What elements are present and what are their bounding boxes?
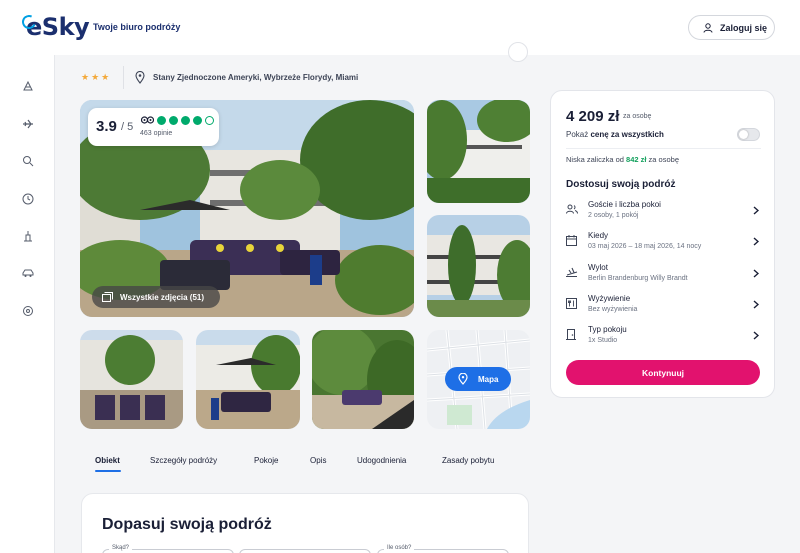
- show-total-toggle[interactable]: [737, 128, 760, 141]
- option-board[interactable]: Wyżywienie Bez wyżywienia: [566, 294, 761, 320]
- price: 4 209 zł: [566, 108, 620, 125]
- login-label: Zaloguj się: [720, 22, 768, 33]
- option-title: Wyżywienie: [588, 294, 631, 303]
- tab-obiekt[interactable]: Obiekt: [95, 456, 120, 465]
- rating-score: 3.9: [96, 118, 117, 135]
- photo-thumb-2[interactable]: [427, 215, 530, 317]
- door-icon: [566, 329, 576, 340]
- deposit-info: Niska zaliczka od 842 zł za osobę: [566, 155, 679, 164]
- option-room-type[interactable]: Typ pokoju 1x Studio: [566, 325, 761, 351]
- rating-bubble: [205, 116, 214, 125]
- esky-logo[interactable]: eSky: [20, 13, 90, 41]
- option-value: 03 maj 2026 – 18 maj 2026, 14 nocy: [588, 243, 702, 250]
- settings-icon[interactable]: [21, 304, 35, 318]
- tab-pokoje[interactable]: Pokoje: [254, 456, 278, 465]
- hotel-stars: ★★★: [81, 72, 112, 82]
- location-pin-icon: [135, 71, 145, 84]
- calendar-icon: [566, 235, 577, 246]
- beach-icon[interactable]: [21, 79, 35, 93]
- divider: [123, 66, 124, 89]
- rating-bubbles: [157, 116, 214, 125]
- continue-button[interactable]: Kontynuuj: [566, 360, 760, 385]
- show-total-prefix: Pokaż: [566, 130, 591, 139]
- chevron-right-icon: [753, 331, 759, 340]
- map-button[interactable]: Mapa: [445, 367, 511, 391]
- customize-title: Dostosuj swoją podróż: [566, 179, 676, 190]
- deposit-prefix: Niska zaliczka od: [566, 155, 627, 164]
- tagline: Twoje biuro podróży: [93, 22, 181, 32]
- guests-icon: [566, 204, 578, 214]
- option-title: Typ pokoju: [588, 325, 627, 334]
- option-value: Bez wyżywienia: [588, 306, 638, 313]
- map-pin-icon: [458, 373, 468, 385]
- user-icon: [703, 22, 713, 33]
- photo-thumb-4[interactable]: [196, 330, 300, 429]
- map-label: Mapa: [478, 374, 499, 384]
- price-per-person: za osobę: [623, 113, 652, 120]
- hotel-search-icon[interactable]: [21, 154, 35, 168]
- date-field[interactable]: [239, 549, 371, 553]
- chevron-right-icon: [753, 237, 759, 246]
- active-tab-indicator: [95, 470, 121, 472]
- show-total-label: Pokaż cenę za wszystkich: [566, 130, 664, 139]
- rating-bubble: [169, 116, 178, 125]
- option-value: 1x Studio: [588, 337, 618, 344]
- option-departure[interactable]: Wylot Berlin Brandenburg Willy Brandt: [566, 263, 761, 289]
- option-guests[interactable]: Goście i liczba pokoi 2 osoby, 1 pokój: [566, 200, 761, 226]
- from-field-label: Skąd?: [109, 545, 133, 551]
- rating-bubble: [157, 116, 166, 125]
- tab-zasady-pobytu[interactable]: Zasady pobytu: [442, 456, 494, 465]
- tripadvisor-icon: [141, 116, 154, 124]
- option-when[interactable]: Kiedy 03 maj 2026 – 18 maj 2026, 14 nocy: [566, 231, 761, 257]
- photo-thumb-1[interactable]: [427, 100, 530, 203]
- tab-szczegoly-podrozy[interactable]: Szczegóły podróży: [150, 456, 217, 465]
- adjust-trip-card: Dopasuj swoją podróż Skąd? Ile osób?: [81, 493, 529, 553]
- rating-bubble: [193, 116, 202, 125]
- option-title: Goście i liczba pokoi: [588, 200, 661, 209]
- top-header: eSky Twoje biuro podróży Zaloguj się: [0, 0, 800, 55]
- deposit-suffix: za osobę: [646, 155, 679, 164]
- option-title: Wylot: [588, 263, 608, 272]
- show-total-bold: cenę za wszystkich: [590, 130, 664, 139]
- photo-thumb-3[interactable]: [80, 330, 183, 429]
- adjust-title: Dopasuj swoją podróż: [102, 516, 272, 533]
- all-photos-button[interactable]: Wszystkie zdjęcia (51): [92, 286, 220, 308]
- rating-card[interactable]: 3.9 / 5 463 opinie: [88, 108, 219, 146]
- section-tabs: Obiekt Szczegóły podróży Pokoje Opis Udo…: [80, 456, 540, 474]
- gallery-icon: [102, 292, 113, 302]
- departure-plane-icon: [566, 267, 578, 277]
- flight-icon[interactable]: [21, 117, 35, 131]
- tab-opis[interactable]: Opis: [310, 456, 326, 465]
- chevron-right-icon: [753, 300, 759, 309]
- photo-thumb-5[interactable]: [312, 330, 414, 429]
- chevron-right-icon: [753, 269, 759, 278]
- tour-icon[interactable]: [21, 229, 35, 243]
- last-minute-icon[interactable]: [21, 192, 35, 206]
- car-icon[interactable]: [21, 266, 35, 280]
- meal-icon: [566, 298, 577, 309]
- rating-bubble: [181, 116, 190, 125]
- all-photos-label: Wszystkie zdjęcia (51): [120, 292, 205, 302]
- guests-field[interactable]: Ile osób?: [377, 545, 509, 553]
- scroll-top-button[interactable]: [508, 42, 528, 62]
- login-button[interactable]: Zaloguj się: [688, 15, 775, 40]
- rating-scale: / 5: [121, 121, 134, 133]
- option-title: Kiedy: [588, 231, 609, 240]
- guests-field-label: Ile osób?: [384, 545, 415, 551]
- divider: [566, 148, 761, 149]
- left-sidebar: [0, 55, 55, 553]
- option-value: Berlin Brandenburg Willy Brandt: [588, 275, 688, 282]
- logo-text: eSky: [26, 13, 90, 41]
- option-value: 2 osoby, 1 pokój: [588, 212, 639, 219]
- review-count: 463 opinie: [140, 130, 173, 137]
- tab-udogodnienia[interactable]: Udogodnienia: [357, 456, 406, 465]
- chevron-right-icon: [753, 206, 759, 215]
- deposit-amount: 842 zł: [626, 155, 647, 164]
- price-card: 4 209 zł za osobę Pokaż cenę za wszystki…: [550, 90, 775, 398]
- from-field[interactable]: Skąd?: [102, 545, 234, 553]
- hotel-location: Stany Zjednoczone Ameryki, Wybrzeże Flor…: [153, 73, 359, 82]
